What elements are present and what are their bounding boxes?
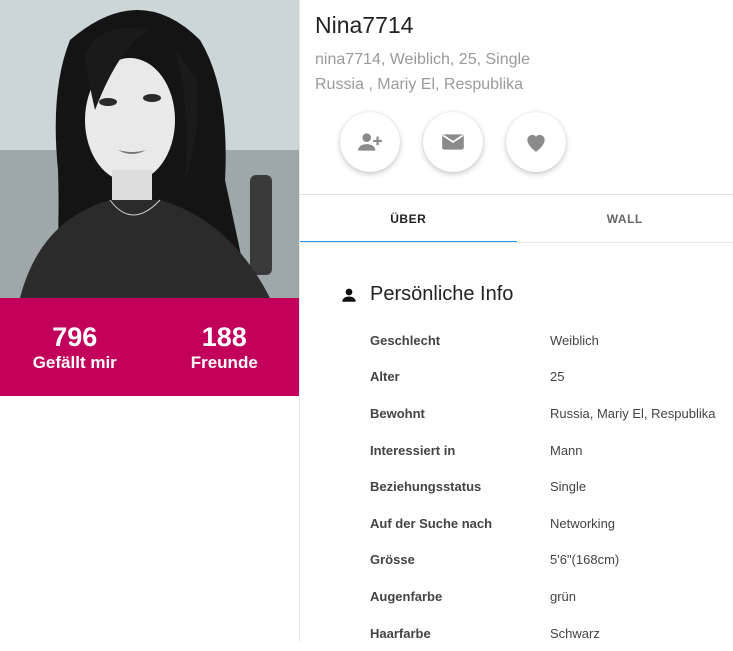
info-row-eye-color: Augenfarbe grün (370, 578, 730, 615)
personal-info-list: Geschlecht Weiblich Alter 25 Bewohnt Rus… (370, 322, 730, 651)
friends-stat[interactable]: 188 Freunde (150, 298, 300, 396)
info-value: Schwarz (550, 626, 600, 641)
info-key: Haarfarbe (370, 626, 550, 641)
person-icon (340, 286, 358, 304)
info-row-age: Alter 25 (370, 359, 730, 396)
likes-stat[interactable]: 796 Gefällt mir (0, 298, 150, 396)
info-row-looking-for: Auf der Suche nach Networking (370, 505, 730, 542)
section-title: Persönliche Info (370, 283, 513, 306)
add-friend-button[interactable] (340, 112, 400, 172)
info-key: Grösse (370, 552, 550, 567)
info-value: Russia, Mariy El, Respublika (550, 406, 715, 421)
info-row-height: Grösse 5'6"(168cm) (370, 542, 730, 579)
info-value: grün (550, 589, 576, 604)
profile-main: Nina7714 nina7714, Weiblich, 25, Single … (300, 0, 733, 642)
mail-icon (440, 129, 466, 155)
info-row-interested-in: Interessiert in Mann (370, 432, 730, 469)
send-message-button[interactable] (423, 112, 483, 172)
info-key: Bewohnt (370, 406, 550, 421)
info-value: Mann (550, 443, 583, 458)
info-value: 25 (550, 369, 564, 384)
like-button[interactable] (506, 112, 566, 172)
stats-bar: 796 Gefällt mir 188 Freunde (0, 298, 299, 396)
info-row-residence: Bewohnt Russia, Mariy El, Respublika (370, 395, 730, 432)
profile-summary: nina7714, Weiblich, 25, Single (315, 51, 530, 69)
personal-info-heading: Persönliche Info (340, 283, 513, 306)
friends-count: 188 (202, 322, 247, 352)
add-friend-icon (357, 129, 383, 155)
likes-label: Gefällt mir (33, 352, 117, 374)
profile-photo[interactable] (0, 0, 299, 298)
info-key: Auf der Suche nach (370, 516, 550, 531)
info-value: Single (550, 479, 586, 494)
info-value: Weiblich (550, 333, 599, 348)
likes-count: 796 (52, 322, 97, 352)
info-key: Geschlecht (370, 333, 550, 348)
profile-tabs: ÜBER WALL (300, 195, 733, 243)
tabs-divider-bottom (300, 242, 733, 243)
heart-icon (523, 129, 549, 155)
info-value: 5'6"(168cm) (550, 552, 619, 567)
info-value: Networking (550, 516, 615, 531)
profile-sidebar: 796 Gefällt mir 188 Freunde (0, 0, 299, 642)
friends-label: Freunde (191, 352, 258, 374)
info-key: Alter (370, 369, 550, 384)
profile-actions (340, 112, 566, 172)
info-row-relationship: Beziehungsstatus Single (370, 468, 730, 505)
info-row-hair-color: Haarfarbe Schwarz (370, 615, 730, 651)
info-key: Beziehungsstatus (370, 479, 550, 494)
profile-location: Russia , Mariy El, Respublika (315, 76, 523, 94)
profile-username: Nina7714 (315, 12, 413, 39)
info-key: Augenfarbe (370, 589, 550, 604)
info-row-gender: Geschlecht Weiblich (370, 322, 730, 359)
tab-wall[interactable]: WALL (517, 195, 733, 243)
tab-about[interactable]: ÜBER (300, 195, 517, 243)
info-key: Interessiert in (370, 443, 550, 458)
